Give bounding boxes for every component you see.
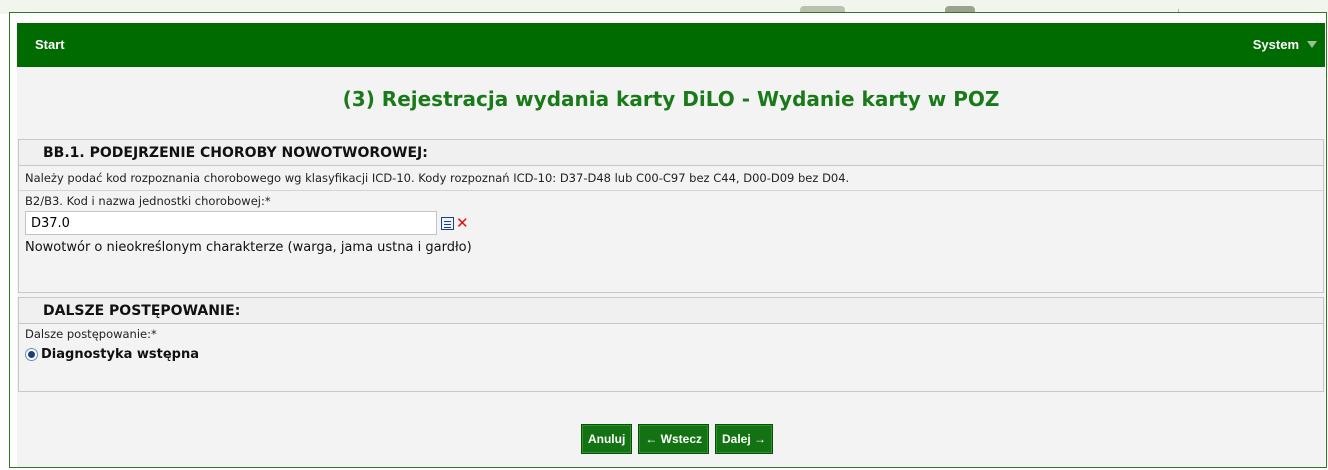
nav-start-link[interactable]: Start bbox=[35, 37, 65, 52]
next-button[interactable]: Dalej → bbox=[715, 424, 774, 454]
field-label: B2/B3. Kod i nazwa jednostki chorobowej:… bbox=[25, 194, 271, 208]
procedure-field: Dalsze postępowanie:* Diagnostyka wstępn… bbox=[19, 324, 1323, 365]
field-label: Dalsze postępowanie:* bbox=[25, 327, 157, 341]
radio-option-initial-diagnostics[interactable]: Diagnostyka wstępna bbox=[25, 347, 1317, 362]
radio-label[interactable]: Diagnostyka wstępna bbox=[41, 347, 199, 362]
diagnosis-code-input[interactable] bbox=[25, 211, 437, 235]
diagnosis-field: B2/B3. Kod i nazwa jednostki chorobowej:… bbox=[19, 191, 1323, 258]
caret-down-icon bbox=[1307, 41, 1317, 48]
section-header: DALSZE POSTĘPOWANIE: bbox=[19, 298, 1323, 324]
section-further-procedure: DALSZE POSTĘPOWANIE: Dalsze postępowanie… bbox=[18, 297, 1324, 392]
radio-selected-dot bbox=[28, 351, 35, 358]
section-header: BB.1. PODEJRZENIE CHOROBY NOWOTWOROWEJ: bbox=[19, 140, 1323, 166]
nav-system-menu[interactable]: System bbox=[1253, 37, 1317, 52]
info-text: Należy podać kod rozpoznania chorobowego… bbox=[19, 166, 1323, 191]
code-input-row: ✕ bbox=[25, 211, 1317, 235]
cancel-button[interactable]: Anuluj bbox=[580, 424, 633, 454]
action-buttons: Anuluj ← Wstecz Dalej → bbox=[17, 424, 1325, 454]
top-navbar: Start System bbox=[17, 23, 1325, 67]
section-suspected-cancer: BB.1. PODEJRZENIE CHOROBY NOWOTWOROWEJ: … bbox=[18, 139, 1324, 293]
radio-button[interactable] bbox=[25, 348, 38, 361]
close-icon[interactable]: ✕ bbox=[456, 215, 469, 230]
back-button[interactable]: ← Wstecz bbox=[638, 424, 709, 454]
list-icon[interactable] bbox=[441, 216, 454, 230]
page-title: (3) Rejestracja wydania karty DiLO - Wyd… bbox=[342, 87, 1000, 111]
nav-system-label: System bbox=[1252, 37, 1299, 52]
main-content: (3) Rejestracja wydania karty DiLO - Wyd… bbox=[17, 67, 1325, 467]
diagnosis-description: Nowotwór o nieokreślonym charakterze (wa… bbox=[25, 240, 472, 255]
